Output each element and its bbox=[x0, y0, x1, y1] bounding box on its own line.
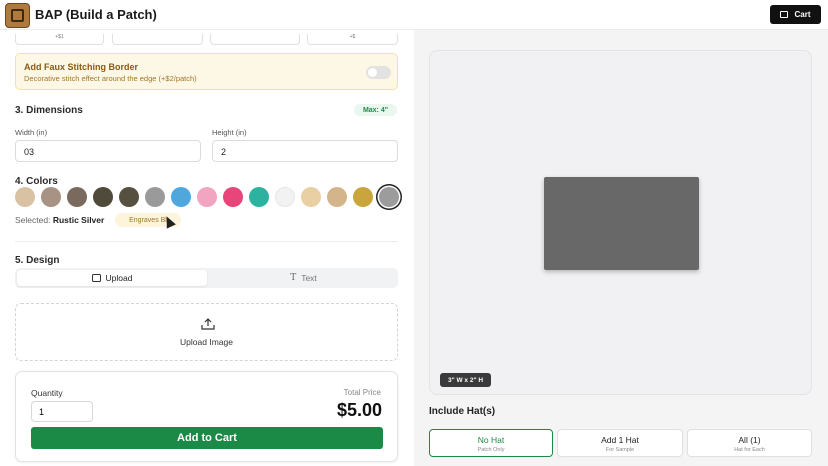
option-box-2[interactable] bbox=[112, 34, 203, 45]
color-swatch[interactable] bbox=[145, 187, 165, 207]
color-swatch[interactable] bbox=[275, 187, 295, 207]
hat-option-sub: Hat for Each bbox=[734, 447, 765, 453]
height-input[interactable]: 2 bbox=[212, 140, 398, 162]
option-box-1[interactable]: +$1 bbox=[15, 34, 104, 45]
option-box-1-sub: +$1 bbox=[55, 34, 64, 40]
section-divider bbox=[15, 241, 398, 242]
faux-stitching-card: Add Faux Stitching Border Decorative sti… bbox=[15, 53, 398, 90]
hat-option[interactable]: Add 1 Hat For Sample bbox=[557, 429, 683, 457]
color-swatch[interactable] bbox=[327, 187, 347, 207]
color-swatch[interactable] bbox=[119, 187, 139, 207]
cart-button[interactable]: Cart bbox=[770, 5, 821, 24]
patch-preview: 3" W x 2" H bbox=[429, 50, 812, 395]
color-swatch[interactable] bbox=[171, 187, 191, 207]
top-bar: BAP (Build a Patch) Cart bbox=[0, 0, 828, 30]
image-icon bbox=[91, 274, 101, 282]
hat-option[interactable]: No Hat Patch Only bbox=[429, 429, 553, 457]
color-swatch[interactable] bbox=[93, 187, 113, 207]
color-swatch[interactable] bbox=[67, 187, 87, 207]
height-label: Height (in) bbox=[212, 128, 247, 137]
color-swatch[interactable] bbox=[223, 187, 243, 207]
option-box-4[interactable]: +$ bbox=[307, 34, 398, 45]
text-icon: T bbox=[290, 273, 297, 283]
color-swatch[interactable] bbox=[249, 187, 269, 207]
upload-icon bbox=[201, 318, 215, 330]
quantity-label: Quantity bbox=[31, 388, 63, 398]
order-summary-card: Quantity Total Price $5.00 Add to Cart bbox=[15, 371, 398, 462]
faux-stitching-toggle[interactable] bbox=[366, 66, 391, 79]
color-swatch[interactable] bbox=[301, 187, 321, 207]
upload-dropzone[interactable]: Upload Image bbox=[15, 303, 398, 361]
cart-icon bbox=[780, 11, 789, 18]
dimensions-title: 3. Dimensions bbox=[15, 105, 83, 116]
option-box-3[interactable] bbox=[210, 34, 300, 45]
color-swatch[interactable] bbox=[353, 187, 373, 207]
total-price-value: $5.00 bbox=[336, 400, 382, 420]
upload-image-label: Upload Image bbox=[180, 337, 233, 347]
tab-upload-label: Upload bbox=[105, 273, 133, 283]
color-swatch[interactable] bbox=[41, 187, 61, 207]
total-price-label: Total Price bbox=[343, 388, 381, 397]
hat-option-sub: Patch Only bbox=[477, 447, 505, 453]
faux-stitching-subtitle: Decorative stitch effect around the edge… bbox=[24, 74, 197, 83]
app-title: BAP (Build a Patch) bbox=[35, 7, 157, 22]
design-mode-toggle: Upload T Text bbox=[15, 268, 398, 288]
app-logo[interactable] bbox=[5, 3, 30, 28]
selected-prefix: Selected: bbox=[15, 215, 51, 225]
color-swatch[interactable] bbox=[197, 187, 217, 207]
hat-option-sub: For Sample bbox=[605, 447, 635, 453]
color-swatch[interactable] bbox=[15, 187, 35, 207]
faux-stitching-title: Add Faux Stitching Border bbox=[24, 62, 139, 72]
quantity-input[interactable] bbox=[31, 401, 93, 422]
hat-option-label: All (1) bbox=[738, 435, 761, 445]
option-box-4-sub: +$ bbox=[349, 34, 356, 40]
width-label: Width (in) bbox=[15, 128, 48, 137]
selected-color-name: Rustic Silver bbox=[52, 215, 105, 225]
patch-shape bbox=[544, 177, 699, 270]
tab-text-label: Text bbox=[301, 273, 317, 283]
max-size-badge: Max: 4" bbox=[354, 104, 397, 116]
design-title: 5. Design bbox=[15, 255, 60, 266]
logo-mark-icon bbox=[11, 9, 24, 22]
dimensions-badge: 3" W x 2" H bbox=[440, 373, 491, 387]
width-input[interactable]: 03 bbox=[15, 140, 201, 162]
cart-label: Cart bbox=[794, 10, 811, 19]
include-hats-title: Include Hat(s) bbox=[429, 406, 496, 417]
colors-title: 4. Colors bbox=[15, 176, 58, 187]
hat-option-label: Add 1 Hat bbox=[601, 435, 639, 445]
toggle-knob bbox=[368, 68, 377, 77]
color-swatch[interactable] bbox=[379, 187, 399, 207]
hat-option-label: No Hat bbox=[477, 435, 505, 445]
add-to-cart-button[interactable]: Add to Cart bbox=[31, 427, 383, 449]
tab-upload[interactable]: Upload bbox=[17, 270, 207, 286]
tab-text[interactable]: T Text bbox=[211, 270, 396, 286]
selected-color-text: Selected: Rustic Silver bbox=[15, 215, 104, 225]
hat-option[interactable]: All (1) Hat for Each bbox=[687, 429, 812, 457]
